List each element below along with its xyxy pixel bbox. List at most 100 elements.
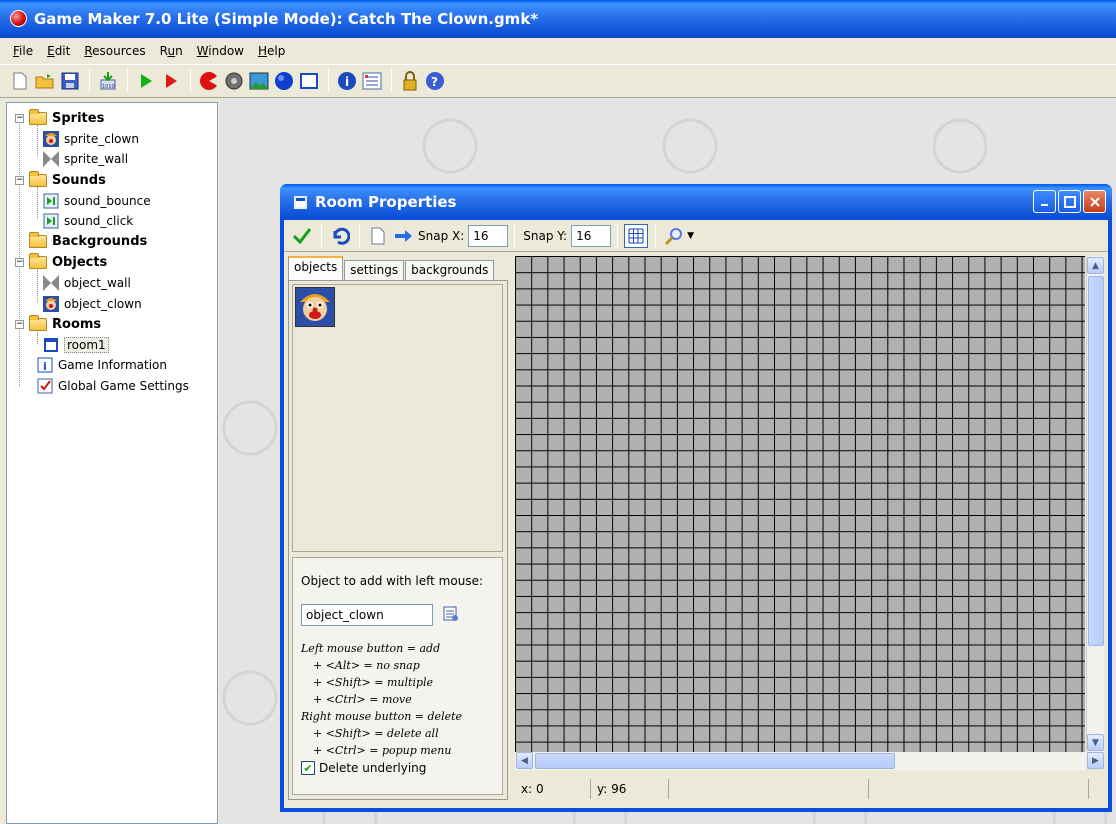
clown-sprite-icon (43, 130, 59, 147)
status-y: y: 96 (591, 779, 669, 799)
undo-icon[interactable] (328, 224, 352, 248)
tree-folder-rooms[interactable]: − Rooms (7, 314, 217, 335)
object-add-panel: Object to add with left mouse: object_cl… (292, 557, 503, 795)
maximize-button[interactable] (1058, 190, 1081, 213)
help-icon[interactable]: ? (423, 69, 447, 93)
tree-folder-sprites[interactable]: − Sprites (7, 108, 217, 129)
object-to-add-field[interactable]: object_clown (301, 604, 433, 626)
horizontal-scrollbar[interactable]: ◀ ▶ (515, 752, 1104, 770)
clown-object-thumbnail[interactable] (295, 287, 335, 327)
scroll-up-arrow-icon[interactable]: ▲ (1087, 257, 1104, 274)
clear-room-icon[interactable] (366, 224, 390, 248)
tree-item-room1[interactable]: room1 (7, 335, 217, 356)
close-button[interactable] (1083, 190, 1106, 213)
toolbar-separator (359, 223, 360, 248)
grid-toggle-icon[interactable] (624, 223, 649, 248)
tree-item-label: sprite_clown (64, 131, 139, 146)
menu-help[interactable]: Help (251, 44, 292, 58)
shift-instances-icon[interactable] (391, 224, 415, 248)
tree-item-sprite-clown[interactable]: sprite_clown (7, 129, 217, 150)
room-properties-title-bar[interactable]: Room Properties (280, 184, 1112, 220)
run-icon[interactable] (134, 69, 158, 93)
room-properties-window[interactable]: Room Properties Snap X: 16 Snap Y: 16 ▼ … (280, 184, 1112, 812)
collapse-toggle[interactable]: − (15, 175, 24, 185)
tree-item-label: object_clown (64, 296, 142, 311)
folder-icon (29, 232, 47, 249)
room-icon[interactable] (297, 69, 321, 93)
tree-folder-backgrounds[interactable]: Backgrounds (7, 232, 217, 253)
game-info-icon[interactable]: i (335, 69, 359, 93)
zoom-dropdown-arrow-icon[interactable]: ▼ (687, 231, 694, 241)
vertical-scroll-thumb[interactable] (1088, 276, 1104, 646)
tree-item-game-information[interactable]: i Game Information (7, 355, 217, 376)
clown-object-icon (43, 295, 59, 312)
room-properties-body: Snap X: 16 Snap Y: 16 ▼ objects settings… (284, 220, 1108, 808)
tree-folder-sounds[interactable]: − Sounds (7, 170, 217, 191)
menu-edit[interactable]: Edit (40, 44, 77, 58)
horizontal-scroll-thumb[interactable] (535, 753, 895, 769)
new-file-icon[interactable] (8, 69, 32, 93)
object-icon[interactable] (272, 69, 296, 93)
open-folder-icon[interactable] (33, 69, 57, 93)
objects-tab-pane: Object to add with left mouse: object_cl… (288, 280, 508, 800)
svg-text:i: i (43, 360, 47, 373)
sound-file-icon (43, 193, 59, 209)
checklist-icon (37, 378, 53, 394)
toolbar-separator (655, 223, 657, 248)
scroll-left-arrow-icon[interactable]: ◀ (516, 752, 533, 769)
ok-checkmark-icon[interactable] (290, 224, 314, 248)
tree-item-sound-bounce[interactable]: sound_bounce (7, 190, 217, 211)
collapse-toggle[interactable]: − (15, 113, 24, 123)
wall-object-icon (43, 275, 59, 292)
collapse-toggle[interactable]: − (15, 319, 24, 329)
tree-item-sprite-wall[interactable]: sprite_wall (7, 149, 217, 170)
menu-resources[interactable]: Resources (77, 44, 152, 58)
tab-objects[interactable]: objects (288, 256, 344, 280)
tree-item-label: Global Game Settings (58, 379, 189, 394)
resource-tree[interactable]: − Sprites sprite_clown sprite_wall − Sou… (6, 102, 218, 824)
vertical-scrollbar[interactable]: ▲ ▼ (1086, 256, 1104, 752)
advanced-mode-icon[interactable] (398, 69, 422, 93)
tree-item-object-wall[interactable]: object_wall (7, 273, 217, 294)
object-palette[interactable] (292, 284, 503, 552)
tree-item-sound-click[interactable]: sound_click (7, 211, 217, 232)
save-icon[interactable] (58, 69, 82, 93)
main-title-bar[interactable]: Game Maker 7.0 Lite (Simple Mode): Catch… (0, 0, 1116, 38)
snap-y-input[interactable]: 16 (571, 224, 612, 247)
room-tabs: objects settings backgrounds (288, 256, 508, 280)
scroll-right-arrow-icon[interactable]: ▶ (1087, 752, 1104, 769)
tab-settings[interactable]: settings (344, 260, 405, 280)
room-grid-canvas[interactable] (515, 256, 1085, 752)
zoom-icon[interactable] (662, 224, 686, 248)
select-object-menu-icon[interactable] (443, 606, 459, 625)
help-line: + <Shift> = multiple (313, 676, 434, 689)
create-executable-icon[interactable]: 1010 (96, 69, 120, 93)
tree-folder-objects[interactable]: − Objects (7, 252, 217, 273)
toolbar-separator (321, 223, 322, 248)
room-toolbar: Snap X: 16 Snap Y: 16 ▼ (284, 220, 1108, 252)
tree-item-global-game-settings[interactable]: Global Game Settings (7, 376, 217, 397)
sprite-icon[interactable] (197, 69, 221, 93)
minimize-button[interactable] (1033, 190, 1056, 213)
delete-underlying-checkbox[interactable]: ✔ (301, 761, 315, 775)
tree-item-object-clown[interactable]: object_clown (7, 293, 217, 314)
window-controls (1033, 190, 1106, 213)
help-line: + <Alt> = no snap (313, 659, 420, 672)
scroll-down-arrow-icon[interactable]: ▼ (1087, 734, 1104, 751)
debug-run-icon[interactable] (159, 69, 183, 93)
tree-item-label: sound_click (64, 214, 134, 229)
background-icon[interactable] (247, 69, 271, 93)
sound-icon[interactable] (222, 69, 246, 93)
toolbar-separator (190, 69, 191, 93)
menu-run[interactable]: Run (153, 44, 190, 58)
toolbar-separator (89, 69, 90, 93)
menu-window[interactable]: Window (190, 44, 251, 58)
snap-x-input[interactable]: 16 (468, 224, 509, 247)
menu-file[interactable]: File (6, 44, 40, 58)
help-line: Right mouse button = delete (301, 710, 463, 723)
delete-underlying-row[interactable]: ✔ Delete underlying (301, 761, 494, 775)
tab-backgrounds[interactable]: backgrounds (405, 260, 495, 280)
collapse-toggle[interactable]: − (15, 257, 24, 267)
tree-folder-label: Backgrounds (52, 234, 148, 250)
global-settings-icon[interactable] (360, 69, 384, 93)
